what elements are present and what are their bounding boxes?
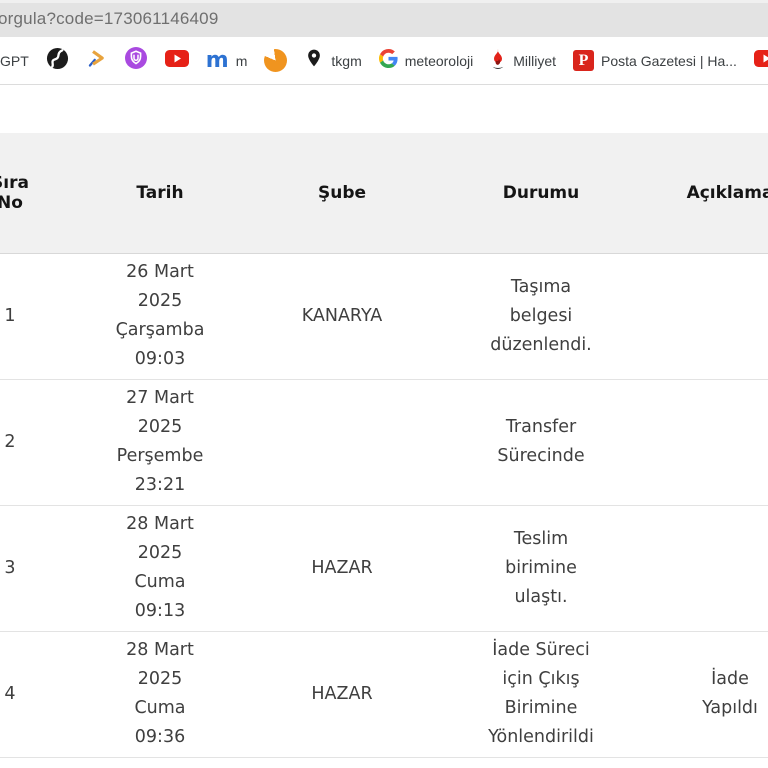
youtube-icon (164, 49, 189, 72)
bookmark-label: Posta Gazetesi | Ha... (601, 52, 737, 69)
cell-aciklama (673, 253, 768, 379)
orange-moon-icon (264, 49, 288, 72)
cell-sube: HAZAR (311, 557, 373, 578)
cell-aciklama (673, 505, 768, 631)
bookmark-tkgm[interactable]: tkgm (304, 48, 362, 73)
cell-sube: HAZAR (311, 683, 373, 704)
purple-shield-icon (124, 46, 148, 75)
cell-tarih: 28 Mart 2025 Cuma 09:13 (126, 514, 194, 621)
cell-tarih: 28 Mart 2025 Cuma 09:36 (126, 640, 194, 747)
header-durumu: Durumu (409, 133, 673, 253)
cell-sira-no: 4 (4, 683, 16, 704)
cell-durumu: Taşıma belgesi düzenlendi. (490, 276, 592, 355)
cell-sube (275, 379, 409, 505)
cell-tarih: 27 Mart 2025 Perşembe 23:21 (116, 388, 204, 495)
header-sube: Şube (275, 133, 409, 253)
bookmark-moon-site[interactable] (264, 49, 288, 72)
cell-aciklama (673, 379, 768, 505)
table-header-row: Sıra No Tarih Şube Durumu Açıklama (0, 133, 768, 253)
table-row: 4 28 Mart 2025 Cuma 09:36 HAZAR İade Sür… (0, 631, 768, 757)
google-g-icon (378, 48, 398, 73)
page-top-whitespace (0, 85, 768, 133)
bookmark-shield-site[interactable] (124, 46, 148, 75)
bookmark-chatgpt[interactable]: GPT (0, 53, 29, 69)
bookmark-posta-gazetesi[interactable]: P Posta Gazetesi | Ha... (573, 50, 737, 71)
globe-icon (46, 47, 69, 75)
bookmark-youtube[interactable] (164, 49, 189, 72)
url-text[interactable]: orgula?code=173061146409 (0, 9, 219, 29)
table-viewport: Sıra No Tarih Şube Durumu Açıklama 1 26 … (0, 133, 768, 758)
cell-sira-no: 3 (4, 557, 16, 578)
header-tarih: Tarih (45, 133, 275, 253)
table-row: 3 28 Mart 2025 Cuma 09:13 HAZAR Teslim b… (0, 505, 768, 631)
header-sira-no: Sıra No (0, 133, 45, 253)
cell-durumu: İade Süreci için Çıkış Birimine Yönlendi… (488, 640, 594, 747)
gold-arrow-icon (86, 48, 107, 74)
cell-durumu: Transfer Sürecinde (497, 417, 585, 466)
youtube-icon (753, 49, 768, 72)
map-pin-icon (304, 48, 324, 73)
bookmark-meteoroloji[interactable]: meteoroloji (378, 48, 474, 73)
header-aciklama: Açıklama (673, 133, 768, 253)
cell-durumu: Teslim birimine ulaştı. (505, 528, 577, 607)
cell-tarih: 26 Mart 2025 Çarşamba 09:03 (115, 262, 205, 369)
bookmark-label: Milliyet (513, 52, 556, 69)
bookmark-label: m (235, 52, 248, 69)
shipment-tracking-table: Sıra No Tarih Şube Durumu Açıklama 1 26 … (0, 133, 768, 758)
bookmark-label: tkgm (331, 52, 362, 69)
browser-address-bar: orgula?code=173061146409 (0, 0, 768, 37)
bookmark-arrow-site[interactable] (86, 48, 107, 74)
letter-m-icon: m (205, 47, 229, 73)
table-row: 2 27 Mart 2025 Perşembe 23:21 Transfer S… (0, 379, 768, 505)
flame-icon (490, 48, 506, 74)
bookmark-milliyet[interactable]: Milliyet (490, 48, 556, 74)
cell-sira-no: 2 (4, 431, 16, 452)
bookmark-m-site[interactable]: m m (205, 47, 248, 73)
bookmark-label: GPT (0, 52, 29, 69)
letter-p-icon: P (573, 50, 594, 71)
table-row: 1 26 Mart 2025 Çarşamba 09:03 KANARYA Ta… (0, 253, 768, 379)
cell-aciklama: İade Yapıldı (702, 669, 758, 718)
bookmark-label: meteoroloji (404, 52, 474, 69)
cell-sira-no: 1 (4, 305, 16, 326)
cell-sube: KANARYA (301, 305, 383, 326)
bookmark-globe-site[interactable] (46, 47, 69, 75)
bookmark-youtube-2[interactable] (753, 49, 768, 72)
bookmarks-bar: GPT m m tkgm meteoroloji Milliyet P Post… (0, 37, 768, 85)
